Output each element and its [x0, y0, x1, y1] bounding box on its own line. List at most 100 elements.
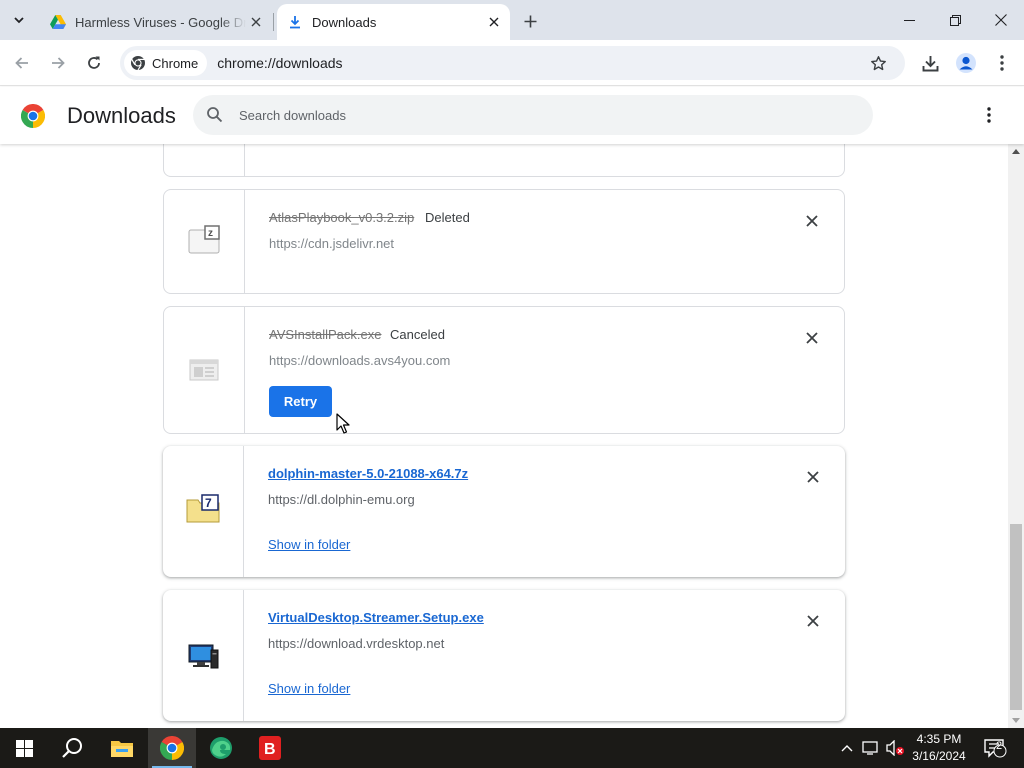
restore-button[interactable] [932, 0, 978, 40]
search-downloads[interactable] [193, 95, 873, 135]
retry-button[interactable]: Retry [269, 386, 332, 417]
show-in-folder-link[interactable]: Show in folder [268, 681, 350, 696]
remove-download-button[interactable] [802, 328, 822, 348]
bookmark-star-button[interactable] [867, 52, 889, 74]
reload-icon [88, 56, 100, 69]
mouse-cursor-icon [336, 413, 350, 434]
file-source-url: https://downloads.avs4you.com [269, 353, 451, 368]
tab-title: Downloads [312, 14, 377, 30]
network-icon-button[interactable] [860, 728, 882, 768]
clock-time: 4:35 PM [916, 732, 962, 746]
vertical-dots-icon [1000, 55, 1004, 71]
volume-muted-icon [886, 740, 904, 756]
avatar-icon [956, 53, 976, 73]
windows-logo-icon [15, 739, 33, 757]
reload-button[interactable] [80, 49, 108, 77]
windows-taskbar: B 4:35 PM 3/16/2024 2 [0, 728, 1024, 768]
download-status: Deleted [425, 210, 470, 225]
installer-icon [186, 639, 220, 673]
remove-download-button[interactable] [802, 211, 822, 231]
site-info-chip[interactable]: Chrome [124, 50, 208, 76]
url-text[interactable]: chrome://downloads [217, 55, 342, 71]
close-icon [806, 332, 818, 344]
chrome-menu-button[interactable] [988, 49, 1016, 77]
7z-archive-icon: 7 [186, 492, 220, 526]
remove-download-button[interactable] [803, 611, 823, 631]
minimize-button[interactable] [886, 0, 932, 40]
tab-google-drive[interactable]: Harmless Viruses - Google Drive [40, 4, 272, 40]
scroll-up-arrow-icon[interactable] [1012, 148, 1020, 156]
bitdefender-taskbar-button[interactable]: B [246, 728, 294, 768]
taskbar-search-button[interactable] [48, 728, 96, 768]
clock-date: 3/16/2024 [912, 749, 966, 763]
taskbar-clock[interactable]: 4:35 PM 3/16/2024 [905, 731, 973, 765]
minimize-icon [903, 19, 915, 21]
downloads-toolbar-button[interactable] [916, 49, 944, 77]
download-card-partial [163, 144, 845, 177]
search-icon [207, 107, 223, 123]
star-icon [870, 55, 886, 70]
plus-icon [524, 15, 536, 27]
tab-search-button[interactable] [6, 8, 32, 32]
google-drive-icon [50, 14, 66, 30]
action-center-button[interactable]: 2 [980, 728, 1010, 768]
download-card: 7 dolphin-master-5.0-21088-x64.7z https:… [163, 446, 845, 577]
vertical-dots-icon [987, 107, 991, 123]
tab-title: Harmless Viruses - Google Drive [75, 14, 246, 30]
tab-strip: Harmless Viruses - Google Drive Download… [0, 0, 1024, 40]
file-explorer-button[interactable] [98, 728, 146, 768]
close-window-button[interactable] [978, 0, 1024, 40]
show-in-folder-link[interactable]: Show in folder [268, 537, 350, 552]
downloads-list: z AtlasPlaybook_v0.3.2.zip Deleted https… [0, 144, 1008, 728]
downloads-header: Downloads [0, 87, 1024, 144]
chrome-logo-icon [131, 56, 145, 71]
folder-icon [111, 741, 133, 757]
file-source-url: https://cdn.jsdelivr.net [269, 236, 395, 251]
file-source-url: https://download.vrdesktop.net [268, 636, 445, 651]
svg-text:B: B [264, 741, 276, 758]
search-icon [62, 738, 82, 758]
chrome-logo-icon [21, 104, 45, 128]
forward-button[interactable] [44, 49, 72, 77]
arrow-right-icon [52, 57, 65, 69]
remove-download-button[interactable] [803, 467, 823, 487]
page-title: Downloads [67, 103, 176, 128]
profile-button[interactable] [952, 49, 980, 77]
file-source-url: https://dl.dolphin-emu.org [268, 492, 415, 507]
new-tab-button[interactable] [518, 9, 542, 33]
zip-file-icon: z [187, 223, 221, 257]
tab-downloads[interactable]: Downloads [277, 4, 510, 40]
edge-taskbar-button[interactable] [197, 728, 245, 768]
close-icon [995, 14, 1007, 26]
scrollbar-thumb[interactable] [1010, 524, 1022, 710]
start-button[interactable] [0, 728, 48, 768]
file-name-link[interactable]: dolphin-master-5.0-21088-x64.7z [268, 466, 468, 481]
exe-file-icon [187, 353, 221, 387]
page-scrollbar[interactable] [1008, 144, 1024, 728]
file-name-link[interactable]: VirtualDesktop.Streamer.Setup.exe [268, 610, 484, 625]
notification-count-badge: 2 [995, 740, 1003, 752]
close-icon [807, 471, 819, 483]
scroll-down-arrow-icon[interactable] [1012, 716, 1020, 724]
address-bar[interactable]: Chrome chrome://downloads [120, 46, 905, 80]
bitdefender-logo-icon: B [259, 736, 281, 760]
search-input[interactable] [239, 107, 799, 123]
browser-toolbar: Chrome chrome://downloads [0, 40, 1024, 86]
svg-text:7: 7 [205, 496, 212, 510]
restore-icon [949, 14, 961, 26]
chip-label: Chrome [152, 55, 199, 71]
back-button[interactable] [8, 49, 36, 77]
tab-separator [273, 13, 274, 31]
download-icon [922, 55, 938, 71]
chrome-logo-icon [160, 736, 184, 760]
downloads-menu-button[interactable] [977, 103, 1001, 127]
volume-muted-button[interactable] [884, 728, 906, 768]
chrome-taskbar-button[interactable] [148, 728, 196, 768]
edge-logo-icon [210, 737, 232, 759]
download-card: AVSInstallPack.exe Canceled https://down… [163, 306, 845, 434]
download-icon [287, 14, 303, 30]
show-hidden-icons-button[interactable] [838, 728, 856, 768]
close-tab-icon[interactable] [246, 12, 266, 32]
close-tab-icon[interactable] [484, 12, 504, 32]
download-status: Canceled [390, 327, 445, 342]
